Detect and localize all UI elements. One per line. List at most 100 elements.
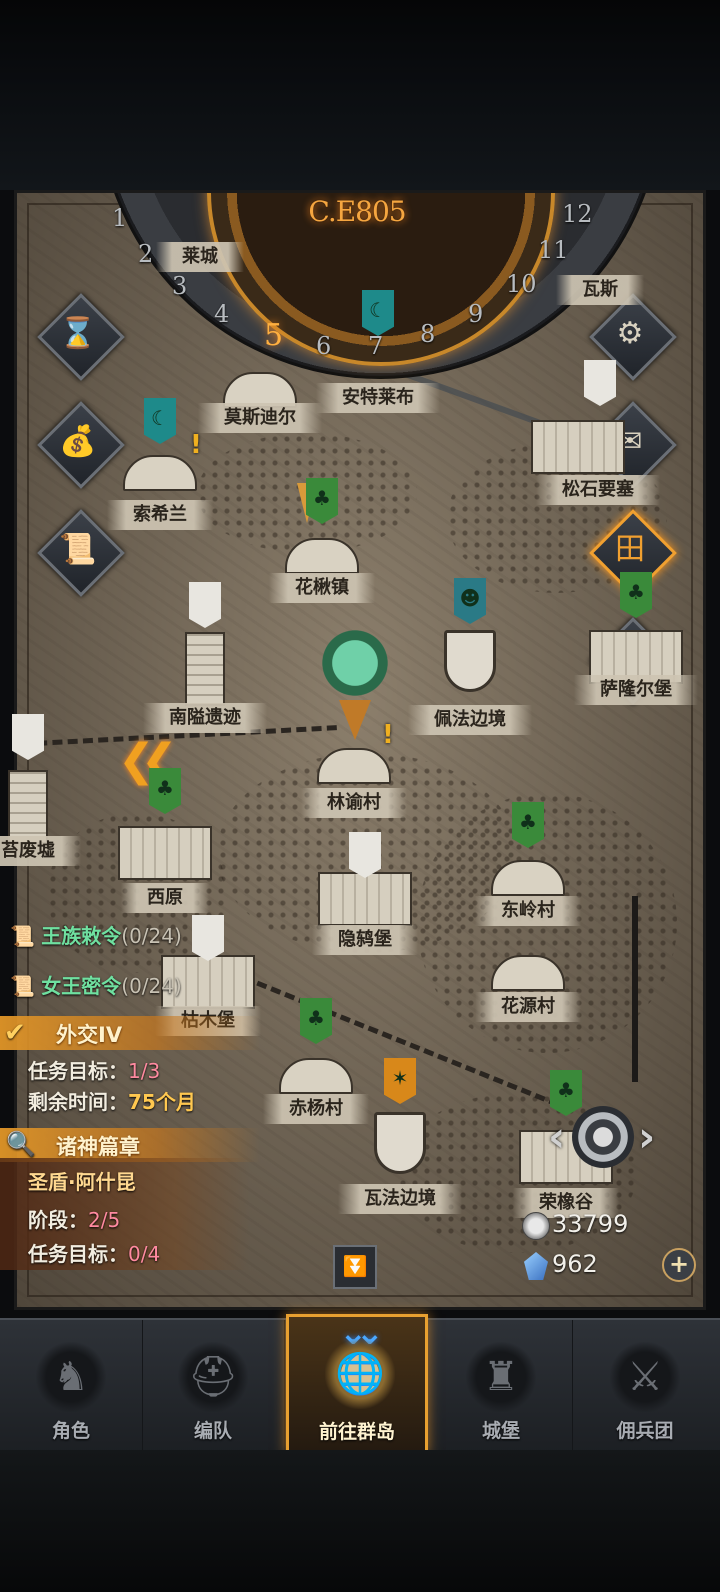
diplomacy-quest-header[interactable] xyxy=(0,1016,260,1050)
location-label[interactable]: 松石要塞 xyxy=(536,475,660,505)
teal-banner-icon: ☾ xyxy=(144,398,176,444)
month-1: 1 xyxy=(112,204,128,232)
compass-icon[interactable] xyxy=(572,1106,634,1168)
location-label[interactable]: 南隘遗迹 xyxy=(143,703,267,733)
diplomacy-target: 任务目标：1/3 xyxy=(28,1055,160,1084)
target-label: 任务目标： xyxy=(28,1242,128,1266)
queen-secret-quest[interactable]: 📜 女王密令(0/24) xyxy=(10,970,182,999)
money-bag-icon: 💰 xyxy=(59,424,97,459)
white-banner-icon xyxy=(349,832,381,878)
white-banner-icon xyxy=(12,714,44,760)
tree-banner-icon: ♣ xyxy=(620,572,652,618)
month-3: 3 xyxy=(172,272,188,300)
month-10: 10 xyxy=(506,270,537,298)
expand-panel-button[interactable]: ⏬ xyxy=(333,1245,377,1289)
month-9: 9 xyxy=(468,300,484,328)
castle-icon: ♜ xyxy=(466,1342,536,1412)
nav-castle[interactable]: ♜ 城堡 xyxy=(430,1320,573,1452)
nav-label: 城堡 xyxy=(481,1420,520,1442)
chevron-right-icon[interactable]: › xyxy=(638,1112,655,1161)
location-label[interactable]: 莱城 xyxy=(156,242,244,272)
stage-value: 2/5 xyxy=(88,1208,121,1232)
royal-decree-label: 王族敕令 xyxy=(41,924,122,948)
add-currency-button[interactable]: + xyxy=(662,1248,696,1282)
nav-mercenary[interactable]: ⚔ 佣兵团 xyxy=(574,1320,716,1452)
zoom-bar[interactable] xyxy=(632,896,638,1082)
nav-islands[interactable]: ⌄⌄ 🌐 前往群岛 xyxy=(286,1313,428,1454)
building-castle[interactable] xyxy=(531,420,625,474)
tree-banner-icon: ♣ xyxy=(550,1070,582,1116)
location-label[interactable]: 瓦斯 xyxy=(556,275,644,305)
nav-formation[interactable]: ⛑ 编队 xyxy=(142,1320,285,1452)
teal-banner-icon: ☻ xyxy=(454,578,486,624)
helmet-icon: ⛑ xyxy=(178,1342,248,1412)
tree-banner-icon: ♣ xyxy=(512,802,544,848)
location-label[interactable]: 瓦法边境 xyxy=(338,1184,462,1214)
queen-secret-label: 女王密令 xyxy=(41,974,122,998)
chevron-left-icon[interactable]: ‹ xyxy=(548,1112,565,1161)
building-tower[interactable] xyxy=(8,770,48,844)
nav-character[interactable]: ♞ 角色 xyxy=(0,1320,143,1452)
location-label[interactable]: 佩法边境 xyxy=(408,705,532,735)
white-banner-icon xyxy=(584,360,616,406)
location-label[interactable]: 安特莱布 xyxy=(316,383,440,413)
target-value: 1/3 xyxy=(128,1059,161,1083)
bottom-band xyxy=(0,1450,720,1592)
bottom-navigation: ♞ 角色 ⛑ 编队 ⌄⌄ 🌐 前往群岛 ♜ 城堡 ⚔ 佣兵团 xyxy=(0,1313,720,1454)
location-label[interactable]: 花源村 xyxy=(475,992,581,1022)
knight-icon: ♞ xyxy=(36,1342,106,1412)
building-border-shield[interactable] xyxy=(444,630,496,692)
white-banner-icon xyxy=(189,582,221,628)
queen-secret-count: (0/24) xyxy=(121,974,182,998)
diplomacy-title: 外交IV xyxy=(56,1023,123,1047)
magnifier-icon: 🔍 xyxy=(6,1130,36,1158)
building-castle[interactable] xyxy=(318,872,412,926)
story-target: 任务目标：0/4 xyxy=(28,1238,160,1267)
story-hero-name: 圣盾·阿什昆 xyxy=(28,1170,136,1194)
story-title: 诸神篇章 xyxy=(56,1135,140,1159)
month-12: 12 xyxy=(562,200,593,228)
time-value: 75个月 xyxy=(128,1090,196,1114)
month-4: 4 xyxy=(214,300,230,328)
player-location-pin-icon xyxy=(339,700,371,740)
location-label[interactable]: 苔废墟 xyxy=(0,836,81,866)
royal-decree-count: (0/24) xyxy=(121,924,182,948)
royal-decree-quest[interactable]: 📜 王族敕令(0/24) xyxy=(10,920,182,949)
mercenary-icon: ⚔ xyxy=(610,1342,680,1412)
target-value: 0/4 xyxy=(128,1242,161,1266)
orange-banner-icon: ✶ xyxy=(384,1058,416,1104)
nav-label: 编队 xyxy=(193,1420,232,1442)
location-label[interactable]: 萨隆尔堡 xyxy=(574,675,698,705)
gear-icon: ⚙ xyxy=(616,316,644,351)
location-label[interactable]: 花楸镇 xyxy=(269,573,375,603)
teal-banner-icon: ☾ xyxy=(362,290,394,336)
hourglass-icon: ⌛ xyxy=(59,316,97,351)
nav-label: 佣兵团 xyxy=(616,1420,674,1442)
location-label[interactable]: 林谕村 xyxy=(301,788,407,818)
diplomacy-check-icon: ✔ xyxy=(4,1018,26,1048)
time-label: 剩余时间： xyxy=(28,1090,128,1114)
calendar-year: C.E805 xyxy=(308,195,406,228)
diplomacy-time: 剩余时间：75个月 xyxy=(28,1086,196,1115)
location-label[interactable]: 东岭村 xyxy=(475,896,581,926)
location-label[interactable]: 隐鸫堡 xyxy=(312,925,418,955)
location-label[interactable]: 西原 xyxy=(121,883,209,913)
tree-banner-icon: ♣ xyxy=(306,478,338,524)
building-tower[interactable] xyxy=(185,632,225,706)
scroll-icon: 📜 xyxy=(10,974,35,998)
location-label[interactable]: 赤杨村 xyxy=(263,1094,369,1124)
building-castle[interactable] xyxy=(118,826,212,880)
location-label[interactable]: 莫斯迪尔 xyxy=(198,403,322,433)
tree-banner-icon: ♣ xyxy=(149,768,181,814)
story-stage: 阶段：2/5 xyxy=(28,1204,120,1233)
top-band xyxy=(0,0,720,190)
globe-icon: 🌐 xyxy=(325,1339,395,1409)
location-label[interactable]: 索希兰 xyxy=(107,500,213,530)
quest-alert-icon[interactable]: ! xyxy=(190,430,202,460)
nav-label: 前往群岛 xyxy=(318,1421,395,1443)
silver-amount: 33799 xyxy=(552,1210,629,1238)
month-8: 8 xyxy=(420,320,436,348)
building-border-shield[interactable] xyxy=(374,1112,426,1174)
grid-icon: 田 xyxy=(615,532,645,567)
white-banner-icon xyxy=(192,915,224,961)
